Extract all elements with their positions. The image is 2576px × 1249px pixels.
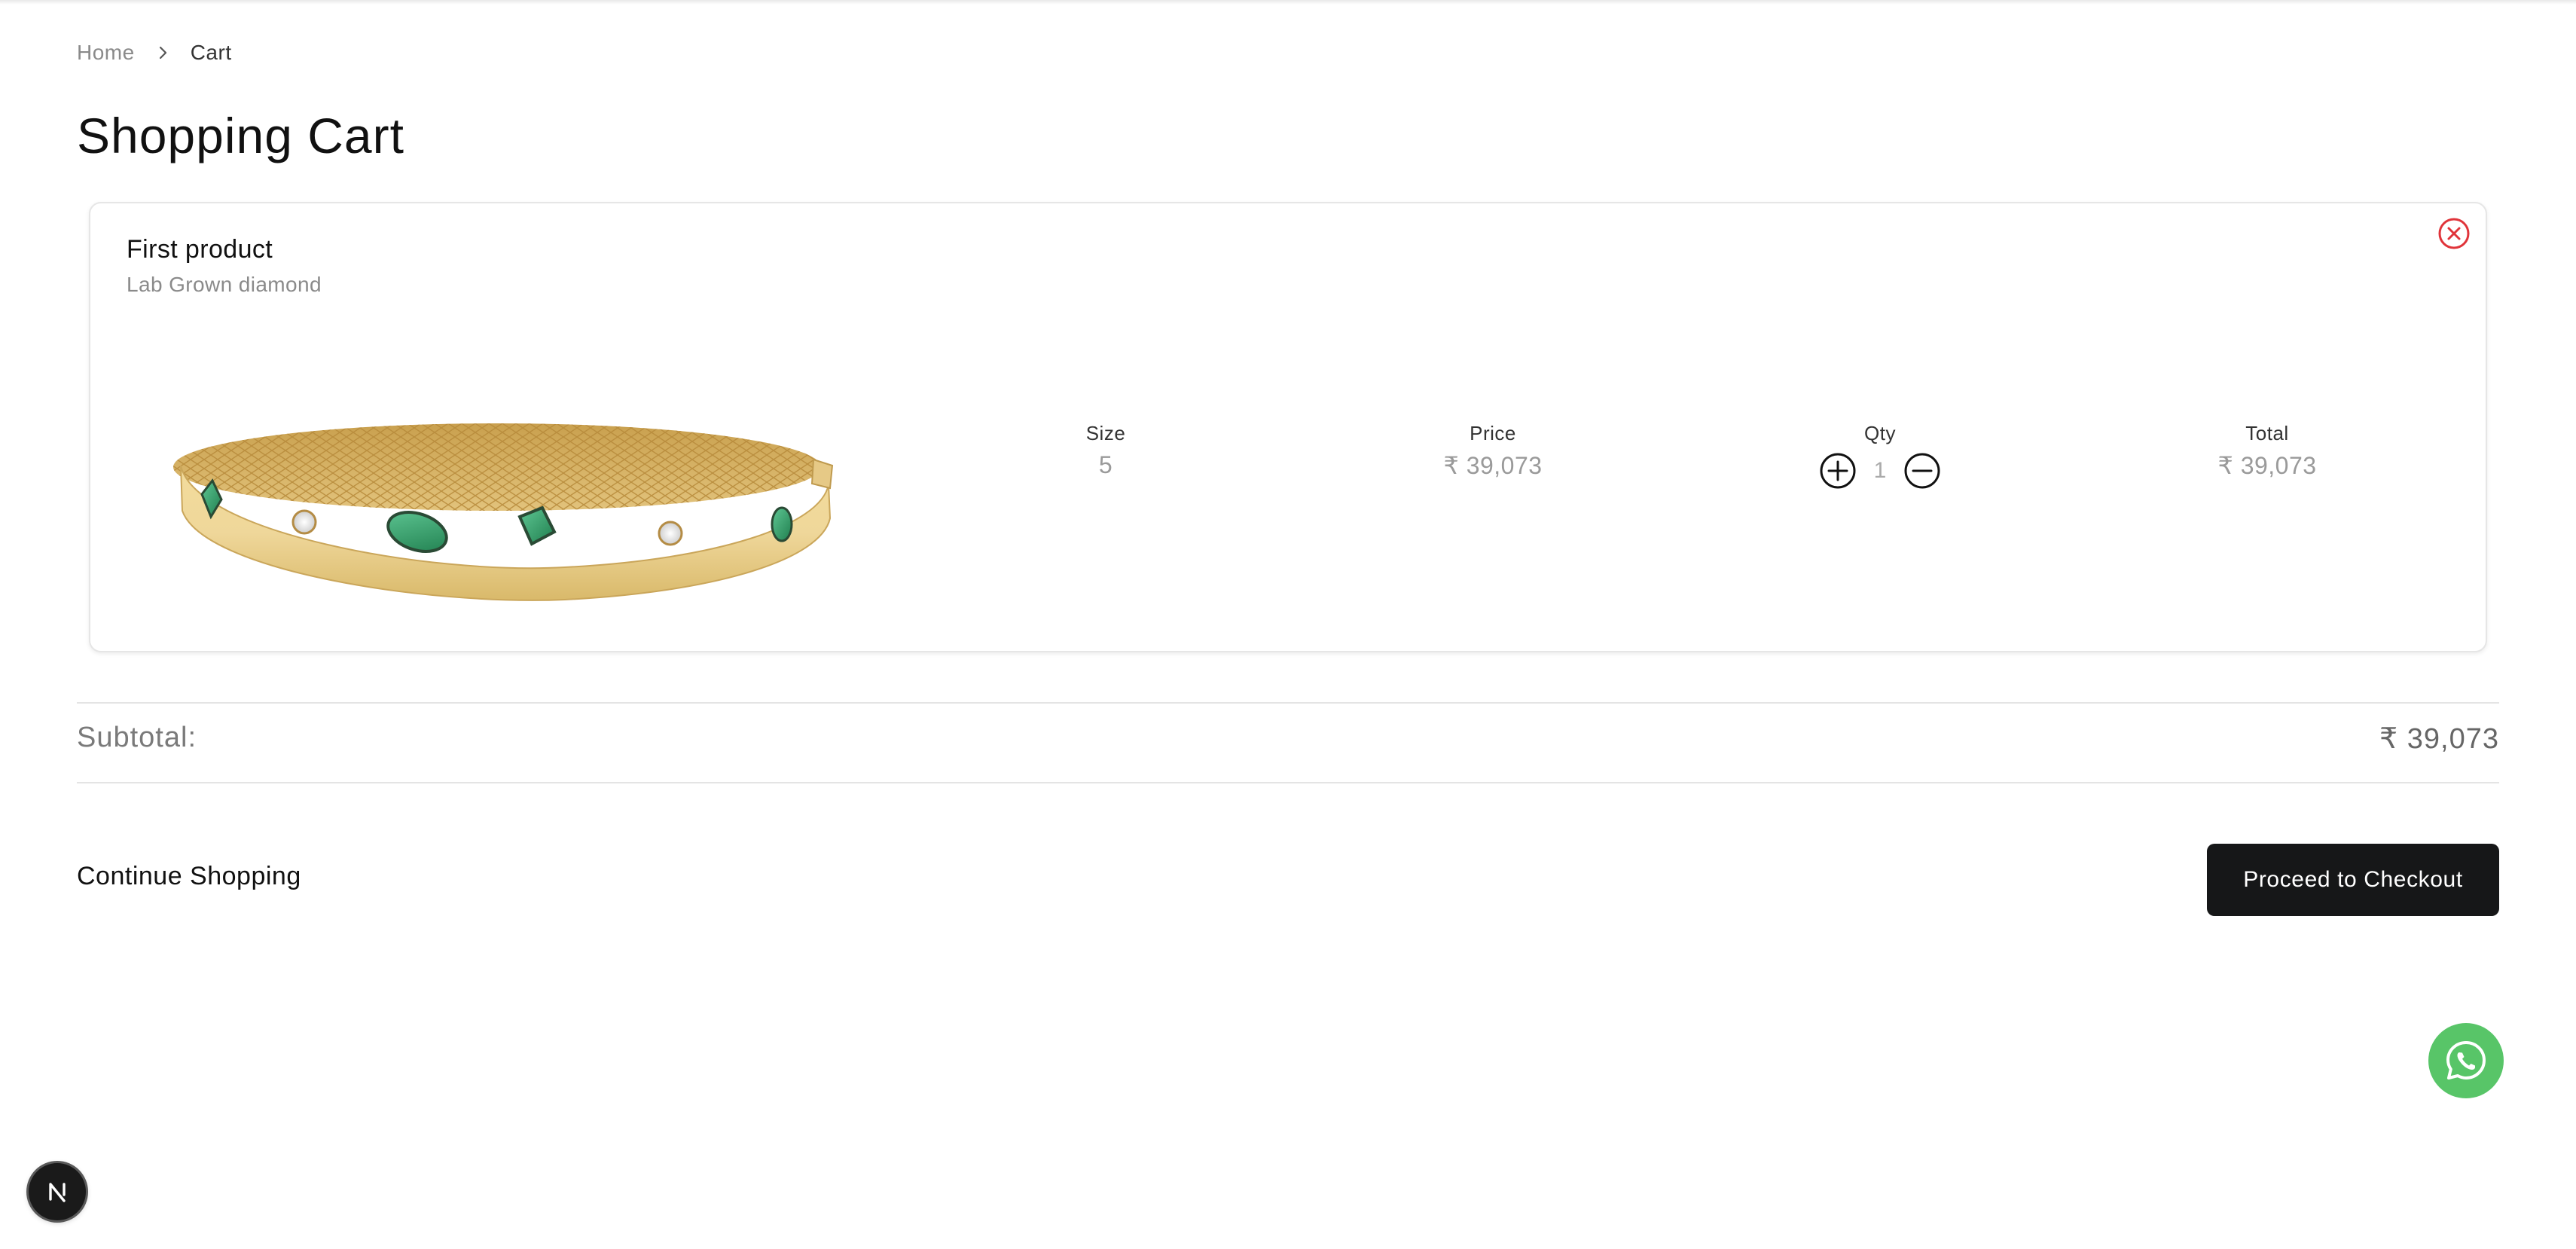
quantity-stepper: 1 [1767, 451, 1993, 490]
continue-shopping-link[interactable]: Continue Shopping [77, 862, 301, 891]
size-column: Size 5 [993, 422, 1219, 479]
subtotal-top-divider [77, 702, 2499, 704]
nextjs-logo-icon [49, 1183, 66, 1202]
plus-circle-icon [1820, 453, 1856, 489]
size-label: Size [1085, 422, 1126, 444]
breadcrumb-current: Cart [190, 41, 232, 64]
gold-bangle-with-emeralds-image[interactable] [143, 405, 866, 631]
chevron-right-icon [154, 44, 171, 61]
size-value: 5 [1098, 451, 1113, 478]
total-label: Total [2245, 422, 2289, 444]
breadcrumb-home-link[interactable]: Home [77, 41, 135, 65]
product-subtitle: Lab Grown diamond [127, 273, 322, 296]
breadcrumb: Home Cart [77, 38, 232, 68]
subtotal-bottom-divider [77, 782, 2499, 783]
header-shadow [0, 0, 2576, 5]
price-column: Price ₹ 39,073 [1380, 422, 1606, 480]
price-value: ₹ 39,073 [1443, 452, 1543, 479]
dev-tools-badge[interactable] [29, 1163, 86, 1220]
qty-column: Qty 1 [1767, 422, 1993, 490]
whatsapp-chat-button[interactable] [2428, 1023, 2504, 1098]
remove-item-button[interactable] [2436, 215, 2472, 252]
qty-value: 1 [1873, 458, 1887, 483]
subtotal-value: ₹ 39,073 [2379, 723, 2499, 755]
proceed-to-checkout-button[interactable]: Proceed to Checkout [2207, 844, 2499, 916]
subtotal-label: Subtotal: [77, 722, 197, 753]
close-circle-icon [2438, 218, 2470, 249]
minus-circle-icon [1904, 453, 1940, 489]
cart-item-card: First product Lab Grown diamond Size 5 P… [89, 202, 2487, 652]
product-name[interactable]: First product [127, 235, 273, 264]
price-label: Price [1470, 422, 1516, 444]
qty-label: Qty [1864, 422, 1896, 444]
increase-qty-button[interactable] [1818, 451, 1857, 490]
decrease-qty-button[interactable] [1903, 451, 1942, 490]
page-title: Shopping Cart [77, 108, 404, 163]
whatsapp-icon [2446, 1041, 2486, 1080]
total-value: ₹ 39,073 [2217, 452, 2317, 479]
cart-page: Home Cart Shopping Cart First product La… [0, 0, 2576, 1249]
total-column: Total ₹ 39,073 [2154, 422, 2380, 480]
